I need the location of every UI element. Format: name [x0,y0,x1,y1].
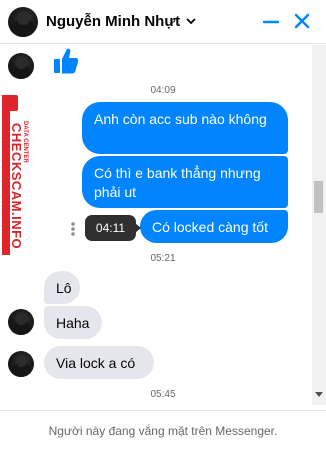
thumbs-up-icon [53,47,79,80]
contact-avatar [8,351,34,377]
incoming-message[interactable]: Haha [44,306,102,339]
outgoing-message[interactable]: Có thì e bank thẳng nhưng phải ut [82,156,288,208]
contact-avatar [8,53,34,79]
outgoing-message[interactable]: Anh còn acc sub nào không [82,102,288,154]
away-status-text: Người này đang vắng mặt trên Messenger. [48,424,278,438]
chat-header: Nguyễn Minh Nhựt [0,0,326,44]
avatar[interactable] [8,7,38,37]
scroll-down-arrow-icon[interactable] [315,385,323,403]
timestamp: 04:09 [150,85,176,96]
more-options-icon[interactable] [70,221,76,242]
timestamp-tooltip: 04:11 [85,215,141,241]
timestamp: 05:21 [150,253,176,264]
close-icon[interactable] [293,12,311,35]
watermark-sub-text: DATA CENTER [22,121,28,163]
scrollbar[interactable] [312,45,326,405]
incoming-message[interactable]: Lô [44,271,80,304]
chevron-down-icon[interactable] [185,14,197,32]
watermark-logo: CHECKSCAM.INFO DATA CENTER [2,95,42,255]
status-footer: Người này đang vắng mặt trên Messenger. [0,410,326,451]
message-thread[interactable]: CHECKSCAM.INFO DATA CENTER 04:09 Anh còn… [0,45,326,405]
watermark-badge [2,95,18,111]
scrollbar-thumb[interactable] [314,181,323,213]
incoming-message[interactable]: Via lock a có [44,346,154,379]
outgoing-message[interactable]: Có locked càng tốt [140,210,288,243]
timestamp: 05:45 [150,389,176,400]
contact-name[interactable]: Nguyễn Minh Nhựt [46,13,180,30]
contact-avatar [8,309,34,335]
minimize-icon[interactable] [262,12,280,35]
